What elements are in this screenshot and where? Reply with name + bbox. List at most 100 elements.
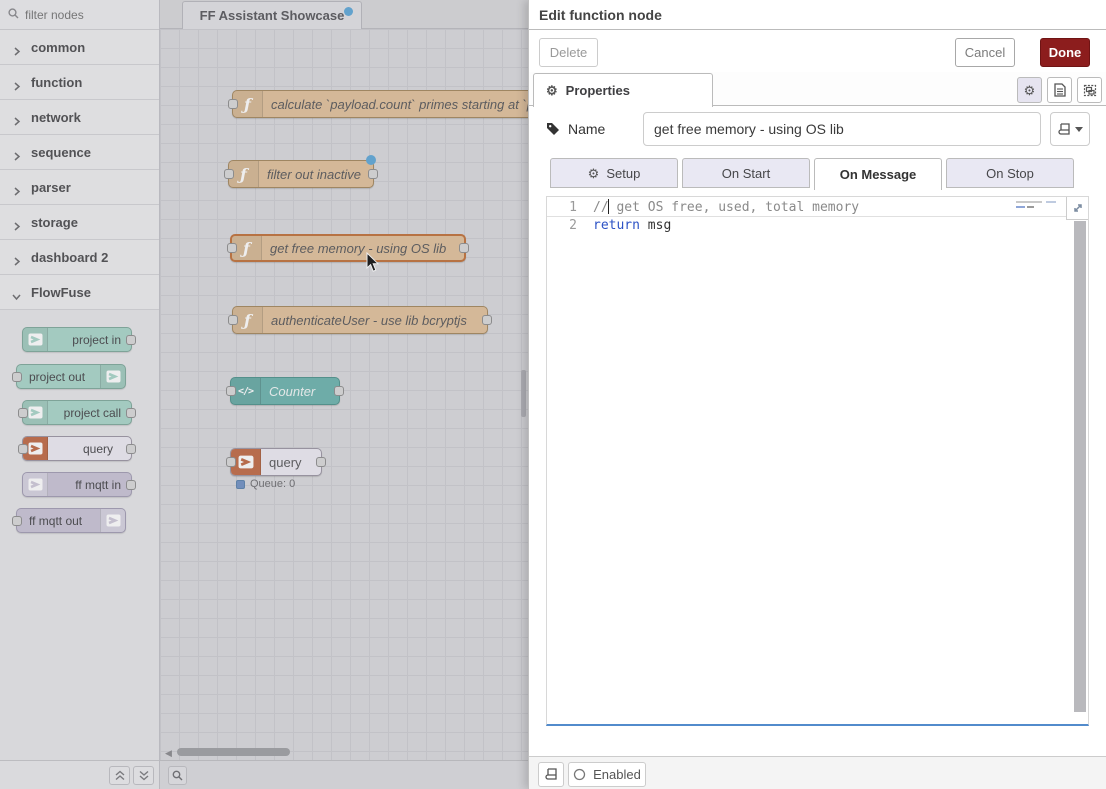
double-chevron-down-icon xyxy=(139,770,149,781)
search-flows-button[interactable] xyxy=(168,766,187,785)
input-port[interactable] xyxy=(18,444,28,454)
node-filter-out-inactive[interactable]: ƒ filter out inactive xyxy=(228,160,374,188)
expand-editor-button[interactable] xyxy=(1066,197,1088,220)
collapse-all-categories-button[interactable] xyxy=(109,766,130,785)
delete-button[interactable]: Delete xyxy=(539,38,598,67)
gear-icon: ⚙ xyxy=(1024,84,1036,97)
node-authenticate-user[interactable]: ƒ authenticateUser - use lib bcryptjs xyxy=(232,306,488,334)
palette-node-project-in[interactable]: project in xyxy=(22,327,132,352)
flow-canvas[interactable]: FF Assistant Showcase ƒ calculate `paylo… xyxy=(160,0,528,789)
horizontal-scrollbar-thumb[interactable] xyxy=(177,748,290,756)
appearance-icon-button[interactable] xyxy=(1077,77,1102,103)
properties-tab-label: Properties xyxy=(566,83,630,98)
description-icon-button[interactable] xyxy=(1047,77,1072,103)
code-editor[interactable]: 1 // get OS free, used, total memory 2 r… xyxy=(546,196,1089,726)
tray-title: Edit function node xyxy=(539,7,662,23)
palette-search-input[interactable] xyxy=(25,8,135,22)
input-port[interactable] xyxy=(226,457,236,467)
input-port[interactable] xyxy=(228,99,238,109)
scroll-left-arrow-icon[interactable]: ◀ xyxy=(165,748,172,759)
tray-header: Edit function node xyxy=(529,0,1106,30)
output-port[interactable] xyxy=(368,169,378,179)
circle-icon xyxy=(573,768,586,781)
canvas-grid[interactable] xyxy=(160,29,528,760)
flow-tab[interactable]: FF Assistant Showcase xyxy=(182,1,362,29)
input-port[interactable] xyxy=(227,243,237,253)
node-get-free-memory[interactable]: ƒ get free memory - using OS lib xyxy=(230,234,466,262)
minimap-mark xyxy=(1016,206,1025,208)
output-port[interactable] xyxy=(126,444,136,454)
palette-node-label: ff mqtt out xyxy=(29,509,82,532)
tab-setup[interactable]: ⚙ Setup xyxy=(550,158,678,188)
expand-all-categories-button[interactable] xyxy=(133,766,154,785)
chevron-right-icon xyxy=(12,253,21,262)
name-input[interactable] xyxy=(643,112,1041,146)
palette-category-storage[interactable]: storage xyxy=(0,205,159,240)
node-label: calculate `payload.count` primes startin… xyxy=(271,91,528,117)
library-dropdown-button[interactable] xyxy=(1050,112,1090,146)
input-port[interactable] xyxy=(226,386,236,396)
node-label: authenticateUser - use lib bcryptjs xyxy=(271,307,467,333)
code-text: msg xyxy=(640,218,671,233)
gear-icon: ⚙ xyxy=(546,84,558,97)
output-port[interactable] xyxy=(126,335,136,345)
palette-category-parser[interactable]: parser xyxy=(0,170,159,205)
name-label-text: Name xyxy=(568,121,605,137)
tab-on-start[interactable]: On Start xyxy=(682,158,810,188)
input-port[interactable] xyxy=(228,315,238,325)
cancel-button[interactable]: Cancel xyxy=(955,38,1015,67)
palette-node-project-out[interactable]: project out xyxy=(16,364,126,389)
palette-category-function[interactable]: function xyxy=(0,65,159,100)
enabled-toggle-button[interactable]: Enabled xyxy=(568,762,646,787)
flowfuse-icon xyxy=(100,509,125,532)
node-counter[interactable]: </> Counter xyxy=(230,377,340,405)
status-dot-icon xyxy=(236,480,245,489)
output-port[interactable] xyxy=(316,457,326,467)
palette-category-sequence[interactable]: sequence xyxy=(0,135,159,170)
node-query[interactable]: query xyxy=(230,448,322,476)
palette-category-dashboard2[interactable]: dashboard 2 xyxy=(0,240,159,275)
output-port[interactable] xyxy=(459,243,469,253)
palette-node-ff-mqtt-out[interactable]: ff mqtt out xyxy=(16,508,126,533)
output-port[interactable] xyxy=(126,480,136,490)
chevron-right-icon xyxy=(12,43,21,52)
node-label: filter out inactive xyxy=(267,161,361,187)
output-port[interactable] xyxy=(126,408,136,418)
palette-node-project-call[interactable]: project call xyxy=(22,400,132,425)
tab-label: On Stop xyxy=(986,166,1034,181)
input-port[interactable] xyxy=(18,408,28,418)
code-keyword: return xyxy=(593,218,640,233)
properties-icon-button[interactable]: ⚙ xyxy=(1017,77,1042,103)
done-button[interactable]: Done xyxy=(1040,38,1090,67)
tab-on-stop[interactable]: On Stop xyxy=(946,158,1074,188)
palette-node-query[interactable]: query xyxy=(22,436,132,461)
editor-line-1[interactable]: 1 // get OS free, used, total memory xyxy=(547,199,1074,217)
footer-library-button[interactable] xyxy=(538,762,564,787)
vertical-scrollbar-thumb[interactable] xyxy=(521,370,526,417)
editor-minimap[interactable] xyxy=(1016,200,1062,212)
flow-tab-label: FF Assistant Showcase xyxy=(200,8,345,23)
input-port[interactable] xyxy=(224,169,234,179)
palette-node-ff-mqtt-in[interactable]: ff mqtt in xyxy=(22,472,132,497)
node-label: query xyxy=(269,449,302,475)
book-icon xyxy=(1058,123,1070,136)
chevron-right-icon xyxy=(12,183,21,192)
tab-properties[interactable]: ⚙ Properties xyxy=(533,73,713,107)
palette-category-common[interactable]: common xyxy=(0,30,159,65)
name-field-label: Name xyxy=(546,112,605,146)
palette-category-label: dashboard 2 xyxy=(31,250,108,265)
editor-line-2[interactable]: 2 return msg xyxy=(547,217,1074,235)
output-port[interactable] xyxy=(482,315,492,325)
palette-footer xyxy=(0,760,159,789)
horizontal-scrollbar[interactable]: ◀ xyxy=(160,748,528,758)
tab-on-message[interactable]: On Message xyxy=(814,158,942,190)
editor-scrollbar-thumb[interactable] xyxy=(1074,221,1086,712)
input-port[interactable] xyxy=(12,516,22,526)
palette-category-flowfuse[interactable]: FlowFuse xyxy=(0,275,159,310)
palette-category-network[interactable]: network xyxy=(0,100,159,135)
input-port[interactable] xyxy=(12,372,22,382)
node-calculate-primes[interactable]: ƒ calculate `payload.count` primes start… xyxy=(232,90,528,118)
palette-node-label: project call xyxy=(64,401,121,424)
output-port[interactable] xyxy=(334,386,344,396)
palette-search-box[interactable] xyxy=(0,0,159,30)
